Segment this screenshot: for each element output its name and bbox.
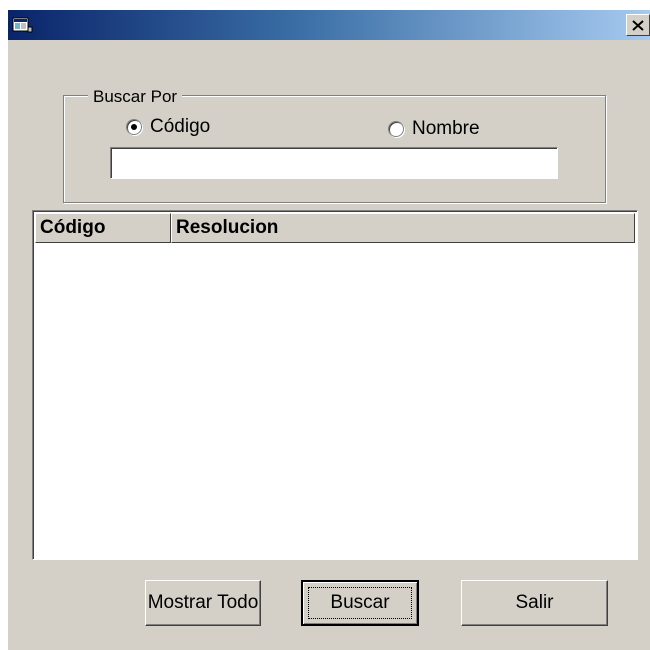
results-list[interactable]: Código Resolucion (32, 210, 638, 560)
search-by-label: Buscar Por (88, 87, 183, 107)
radio-nombre-label: Nombre (412, 118, 480, 139)
focus-rect (308, 587, 412, 619)
search-button[interactable]: Buscar (301, 580, 419, 626)
radio-codigo-label: Código (150, 116, 211, 137)
radio-selected-icon (126, 119, 142, 135)
column-header-resolucion[interactable]: Resolucion (171, 213, 635, 243)
exit-button[interactable]: Salir (461, 580, 608, 626)
search-input[interactable] (110, 147, 558, 179)
list-header: Código Resolucion (35, 213, 635, 245)
title-bar[interactable] (8, 10, 650, 40)
dialog-window: Buscar Por Código Nombre Código Resoluci… (8, 10, 650, 650)
app-icon (12, 17, 33, 33)
radio-nombre[interactable]: Nombre (388, 118, 480, 140)
radio-codigo[interactable]: Código (126, 116, 210, 138)
close-button[interactable] (626, 14, 650, 36)
column-header-codigo[interactable]: Código (35, 213, 171, 243)
close-icon (632, 19, 644, 31)
radio-unselected-icon (388, 121, 404, 137)
show-all-button[interactable]: Mostrar Todo (145, 580, 261, 626)
